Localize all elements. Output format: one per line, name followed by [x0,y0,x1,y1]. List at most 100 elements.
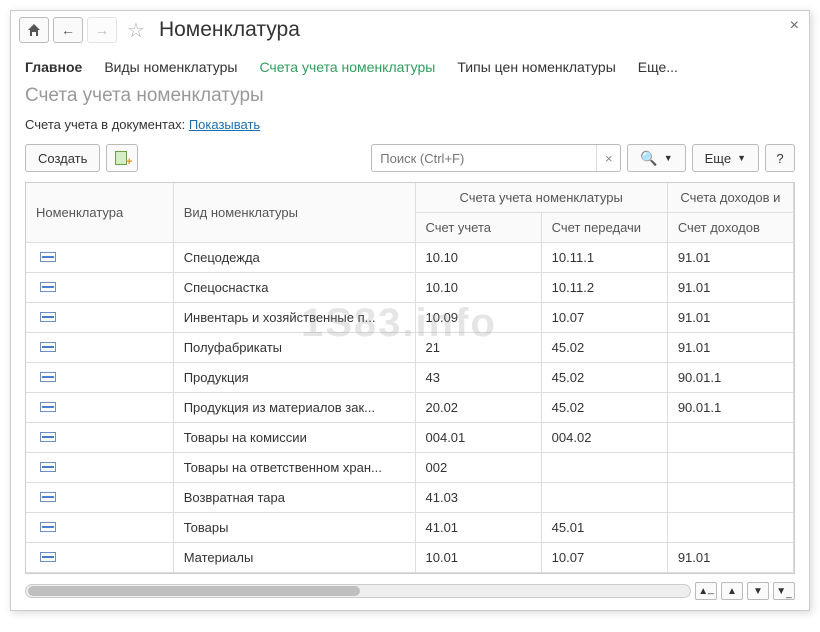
cell-income: 90.01.1 [667,363,793,393]
col-nomenclature[interactable]: Номенклатура [26,183,173,243]
cell-kind: Спецоснастка [173,273,415,303]
col-kind[interactable]: Вид номенклатуры [173,183,415,243]
cell-income [667,483,793,513]
home-button[interactable] [19,17,49,43]
subtitle: Счета учета номенклатуры [11,79,809,111]
cell-kind: Продукция [173,363,415,393]
cell-kind: Инвентарь и хозяйственные п... [173,303,415,333]
scroll-down-button[interactable]: ▼ [747,582,769,600]
tab-main[interactable]: Главное [25,55,82,79]
col-group-income[interactable]: Счета доходов и [667,183,793,213]
row-icon-cell [26,363,173,393]
cell-account: 41.03 [415,483,541,513]
table-row[interactable]: Товары41.0145.01 [26,513,794,543]
record-icon [40,312,56,322]
scroll-top-button[interactable]: ▲_ [695,582,717,600]
record-icon [40,462,56,472]
cell-account: 43 [415,363,541,393]
chevron-down-icon: ▼ [737,153,746,163]
close-icon[interactable]: × [790,17,799,35]
cell-transfer: 10.11.1 [541,243,667,273]
cell-kind: Продукция из материалов зак... [173,393,415,423]
cell-income: 91.01 [667,543,793,573]
chevron-down-icon: ▼ [664,153,673,163]
tabs: Главное Виды номенклатуры Счета учета но… [11,49,809,79]
cell-income: 91.01 [667,333,793,363]
row-icon-cell [26,393,173,423]
cell-income: 91.01 [667,303,793,333]
table-row[interactable]: Продукция из материалов зак...20.0245.02… [26,393,794,423]
cell-kind: Товары на комиссии [173,423,415,453]
cell-income: 90.01.1 [667,393,793,423]
table-row[interactable]: Возвратная тара41.03 [26,483,794,513]
record-icon [40,492,56,502]
scroll-bottom-button[interactable]: ▼_ [773,582,795,600]
toolbar: Создать × 🔍▼ Еще ▼ ? [11,138,809,182]
record-icon [40,432,56,442]
create-button[interactable]: Создать [25,144,100,172]
col-transfer[interactable]: Счет передачи [541,213,667,243]
cell-kind: Товары [173,513,415,543]
search-input[interactable] [372,145,596,171]
cell-account: 004.01 [415,423,541,453]
cell-income [667,513,793,543]
search-button[interactable]: 🔍▼ [627,144,685,172]
table-row[interactable]: Спецодежда10.1010.11.191.01 [26,243,794,273]
row-icon-cell [26,483,173,513]
record-icon [40,372,56,382]
cell-account: 20.02 [415,393,541,423]
table-row[interactable]: Материалы10.0110.0791.01 [26,543,794,573]
cell-transfer: 45.02 [541,363,667,393]
cell-transfer: 10.07 [541,543,667,573]
scrollbar-thumb[interactable] [28,586,360,596]
horizontal-scrollbar[interactable] [25,584,691,598]
page-title: Номенклатура [159,18,300,42]
search-field[interactable]: × [371,144,621,172]
table-row[interactable]: Товары на ответственном хран...002 [26,453,794,483]
cell-account: 41.01 [415,513,541,543]
row-icon-cell [26,543,173,573]
table-row[interactable]: Товары на комиссии004.01004.02 [26,423,794,453]
tab-price-types[interactable]: Типы цен номенклатуры [457,55,615,79]
cell-transfer [541,483,667,513]
cell-kind: Спецодежда [173,243,415,273]
col-group-accounts[interactable]: Счета учета номенклатуры [415,183,667,213]
cell-income: 91.01 [667,243,793,273]
table-row[interactable]: Спецоснастка10.1010.11.291.01 [26,273,794,303]
copy-icon [115,151,129,165]
more-label: Еще [705,151,731,166]
table-row[interactable]: Продукция4345.0290.01.1 [26,363,794,393]
cell-account: 10.10 [415,243,541,273]
cell-account: 21 [415,333,541,363]
col-income[interactable]: Счет доходов [667,213,793,243]
cell-transfer [541,453,667,483]
record-icon [40,282,56,292]
cell-kind: Товары на ответственном хран... [173,453,415,483]
filter-row: Счета учета в документах: Показывать [11,111,809,138]
table-row[interactable]: Инвентарь и хозяйственные п...10.0910.07… [26,303,794,333]
cell-kind: Полуфабрикаты [173,333,415,363]
help-button[interactable]: ? [765,144,795,172]
copy-button[interactable] [106,144,138,172]
col-account[interactable]: Счет учета [415,213,541,243]
cell-income [667,453,793,483]
tab-more[interactable]: Еще... [638,55,678,79]
tab-accounts[interactable]: Счета учета номенклатуры [259,55,435,79]
cell-account: 10.01 [415,543,541,573]
favorite-star-icon[interactable]: ☆ [127,18,145,43]
table-row[interactable]: Полуфабрикаты2145.0291.01 [26,333,794,363]
back-button[interactable]: ← [53,17,83,43]
more-button[interactable]: Еще ▼ [692,144,759,172]
row-icon-cell [26,513,173,543]
scroll-controls: ▲_ ▲ ▼ ▼_ [11,580,809,610]
filter-link[interactable]: Показывать [189,117,260,132]
cell-transfer: 004.02 [541,423,667,453]
scroll-up-button[interactable]: ▲ [721,582,743,600]
clear-search-icon[interactable]: × [596,145,620,171]
app-window: × ← → ☆ Номенклатура Главное Виды номенк… [10,10,810,611]
cell-income: 91.01 [667,273,793,303]
tab-kinds[interactable]: Виды номенклатуры [104,55,237,79]
record-icon [40,252,56,262]
forward-button[interactable]: → [87,17,117,43]
cell-account: 002 [415,453,541,483]
